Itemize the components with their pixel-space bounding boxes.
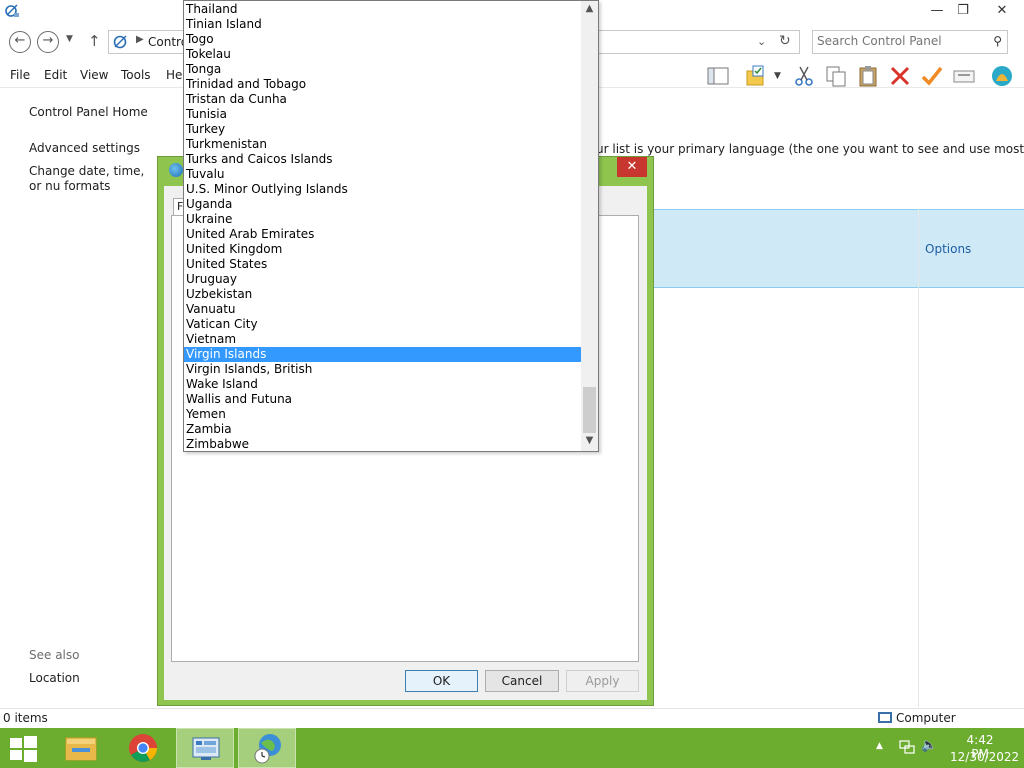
apply-button[interactable]: Apply xyxy=(566,670,639,692)
dropdown-option[interactable]: Virgin Islands, British xyxy=(184,362,581,377)
control-panel-icon xyxy=(113,35,127,49)
dropdown-option[interactable]: Thailand xyxy=(184,2,581,17)
dropdown-option[interactable]: Vanuatu xyxy=(184,302,581,317)
computer-icon xyxy=(878,712,892,723)
dropdown-option[interactable]: Vatican City xyxy=(184,317,581,332)
folder-icon xyxy=(65,737,97,761)
chrome-icon xyxy=(129,734,157,762)
breadcrumb-chevron-icon[interactable]: ▶ xyxy=(136,34,144,45)
control-panel-icon xyxy=(192,737,220,760)
language-priority-hint: ur list is your primary language (the on… xyxy=(596,142,1024,156)
dropdown-option[interactable]: United Kingdom xyxy=(184,242,581,257)
network-icon[interactable] xyxy=(899,739,915,755)
status-bar: 0 items Computer xyxy=(0,708,1024,728)
start-button[interactable] xyxy=(8,736,38,762)
dropdown-option[interactable]: Tinian Island xyxy=(184,17,581,32)
taskbar: ▲ 🔈 4:42 PM 12/30/2022 xyxy=(0,728,1024,768)
globe-clock-icon xyxy=(254,734,281,764)
computer-label: Computer xyxy=(896,711,956,725)
home-location-dropdown-list[interactable]: Thailand Tinian Island Togo Tokelau Tonga Tri… xyxy=(183,0,599,452)
delete-icon[interactable] xyxy=(888,64,912,88)
dropdown-option[interactable]: Uganda xyxy=(184,197,581,212)
see-also-heading: See also xyxy=(29,648,80,662)
forward-button[interactable]: → xyxy=(37,31,59,53)
search-input[interactable] xyxy=(817,34,982,48)
dialog-close-button[interactable]: ✕ xyxy=(617,157,647,177)
dropdown-option[interactable]: U.S. Minor Outlying Islands xyxy=(184,182,581,197)
options-link[interactable]: Options xyxy=(925,242,971,256)
globe-icon xyxy=(169,163,183,177)
status-computer: Computer xyxy=(878,711,956,725)
up-arrow-icon[interactable]: ↑ xyxy=(88,32,101,50)
dropdown-option[interactable]: Tristan da Cunha xyxy=(184,92,581,107)
ok-button[interactable]: OK xyxy=(405,670,478,692)
control-panel-taskbar-button[interactable] xyxy=(176,728,234,768)
refresh-icon[interactable]: ↻ xyxy=(779,33,791,49)
chrome-taskbar-button[interactable] xyxy=(114,728,172,768)
dropdown-option[interactable]: Zambia xyxy=(184,422,581,437)
maximize-button[interactable]: ❐ xyxy=(948,0,978,22)
cancel-button[interactable]: Cancel xyxy=(485,670,559,692)
dropdown-option[interactable]: Zimbabwe xyxy=(184,437,581,452)
column-divider xyxy=(918,209,919,707)
search-icon[interactable]: ⚲ xyxy=(993,34,1002,48)
menu-file[interactable]: File xyxy=(10,68,30,82)
dropdown-option[interactable]: Tonga xyxy=(184,62,581,77)
control-panel-icon xyxy=(5,4,19,17)
dropdown-option[interactable]: Vietnam xyxy=(184,332,581,347)
dropdown-options: Thailand Tinian Island Togo Tokelau Tonga Tri… xyxy=(184,2,581,452)
dropdown-option[interactable]: Yemen xyxy=(184,407,581,422)
dropdown-option[interactable]: Ukraine xyxy=(184,212,581,227)
folder-options-icon[interactable] xyxy=(744,64,768,88)
dropdown-option[interactable]: United Arab Emirates xyxy=(184,227,581,242)
dropdown-option[interactable]: Tokelau xyxy=(184,47,581,62)
menu-tools[interactable]: Tools xyxy=(121,68,151,82)
back-button[interactable]: ← xyxy=(9,31,31,53)
dropdown-option[interactable]: Togo xyxy=(184,32,581,47)
properties-icon[interactable] xyxy=(952,64,976,88)
menu-view[interactable]: View xyxy=(80,68,108,82)
scrollbar-thumb[interactable] xyxy=(583,387,596,433)
globe-shell-icon[interactable] xyxy=(990,64,1014,88)
dropdown-option[interactable]: Uruguay xyxy=(184,272,581,287)
control-panel-home-link[interactable]: Control Panel Home xyxy=(29,105,148,119)
checkmark-icon[interactable] xyxy=(920,64,944,88)
scroll-up-icon[interactable]: ▲ xyxy=(581,3,598,14)
dropdown-option[interactable]: Virgin Islands xyxy=(184,347,581,362)
search-box[interactable]: ⚲ xyxy=(812,30,1008,54)
layout-pane-icon[interactable] xyxy=(706,64,730,88)
item-count: 0 items xyxy=(3,711,48,725)
dropdown-scrollbar[interactable]: ▲ ▼ xyxy=(581,1,598,451)
scroll-down-icon[interactable]: ▼ xyxy=(581,435,598,446)
volume-icon[interactable]: 🔈 xyxy=(921,738,937,753)
dropdown-option[interactable]: Turkmenistan xyxy=(184,137,581,152)
menu-edit[interactable]: Edit xyxy=(44,68,67,82)
advanced-settings-link[interactable]: Advanced settings xyxy=(29,141,140,155)
dropdown-option[interactable]: Turkey xyxy=(184,122,581,137)
file-explorer-taskbar-button[interactable] xyxy=(52,728,110,768)
show-hidden-icons-icon[interactable]: ▲ xyxy=(876,741,883,751)
copy-icon[interactable] xyxy=(824,64,848,88)
dropdown-option[interactable]: Trinidad and Tobago xyxy=(184,77,581,92)
cut-icon[interactable] xyxy=(792,64,816,88)
paste-icon[interactable] xyxy=(856,64,880,88)
dropdown-option[interactable]: Turks and Caicos Islands xyxy=(184,152,581,167)
location-link[interactable]: Location xyxy=(29,671,80,685)
dropdown-option[interactable]: Wake Island xyxy=(184,377,581,392)
dropdown-option[interactable]: Tunisia xyxy=(184,107,581,122)
dropdown-option[interactable]: United States xyxy=(184,257,581,272)
dropdown-option[interactable]: Uzbekistan xyxy=(184,287,581,302)
change-date-formats-link[interactable]: Change date, time, or nu formats xyxy=(29,164,159,194)
dropdown-option[interactable]: Tuvalu xyxy=(184,167,581,182)
dropdown-option[interactable]: Wallis and Futuna xyxy=(184,392,581,407)
left-navigation: Control Panel Home Advanced settings Cha… xyxy=(0,90,160,708)
close-button[interactable]: ✕ xyxy=(986,0,1018,22)
recent-pages-dropdown-icon[interactable]: ▼ xyxy=(66,34,73,44)
region-taskbar-button[interactable] xyxy=(238,728,296,768)
address-history-chevron-icon[interactable]: ⌄ xyxy=(757,35,766,48)
clock-date[interactable]: 12/30/2022 xyxy=(950,750,1019,764)
